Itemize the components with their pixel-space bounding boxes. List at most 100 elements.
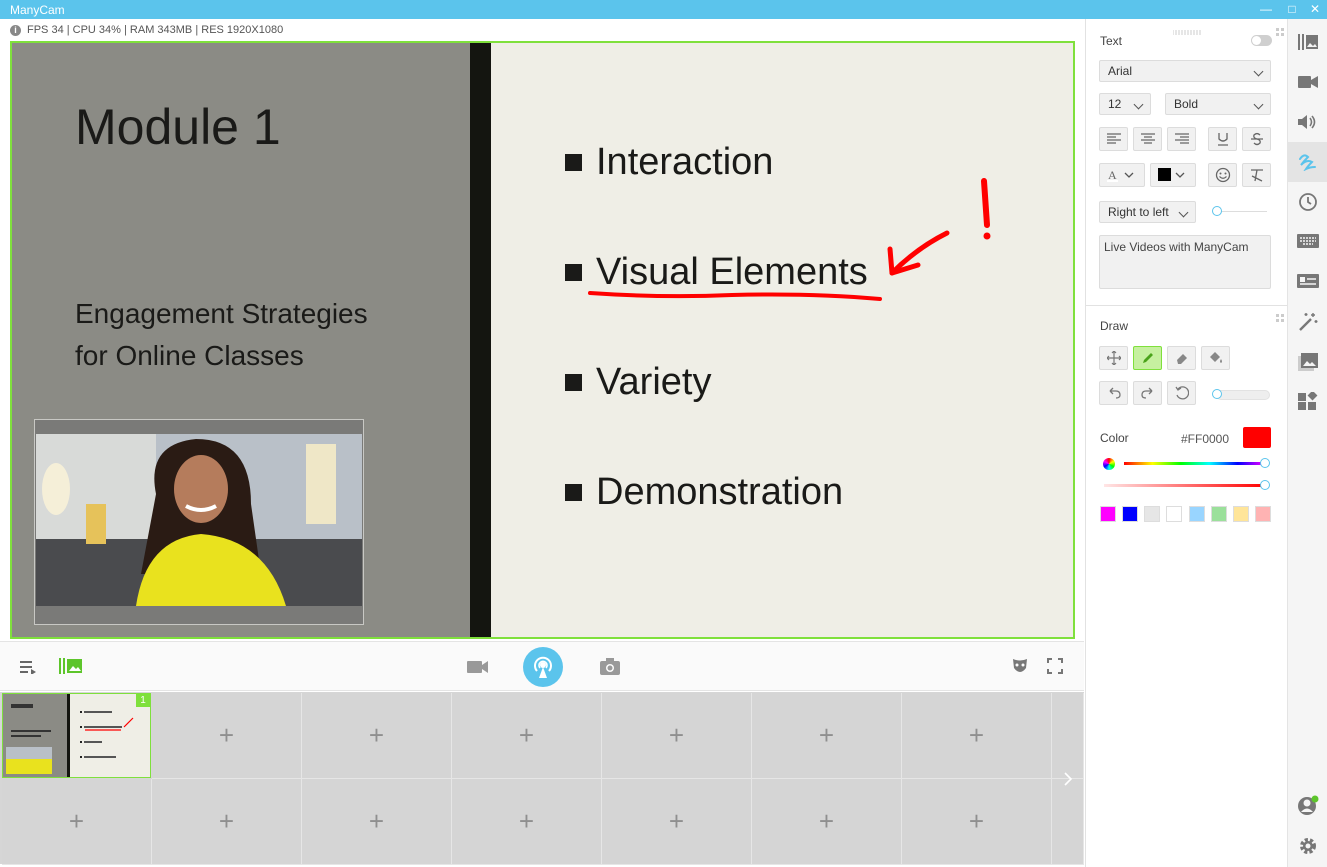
- reset-button[interactable]: [1167, 381, 1196, 405]
- font-family-dropdown[interactable]: Arial: [1099, 60, 1271, 82]
- text-opacity-slider-thumb[interactable]: [1212, 206, 1222, 216]
- slide-subtitle-2: for Online Classes: [75, 340, 304, 371]
- add-scene-cell[interactable]: +: [302, 779, 452, 865]
- effects-icon[interactable]: [1288, 302, 1327, 342]
- text-content-field[interactable]: Live Videos with ManyCam: [1099, 235, 1271, 289]
- text-background-color-button[interactable]: [1150, 163, 1196, 187]
- playlist-icon[interactable]: [20, 660, 36, 679]
- maximize-button[interactable]: □: [1283, 1, 1301, 18]
- right-sidebar: [1287, 19, 1327, 867]
- current-color-swatch[interactable]: [1243, 427, 1271, 448]
- color-swatch-magenta[interactable]: [1100, 506, 1116, 522]
- svg-text:A: A: [1108, 168, 1117, 182]
- align-center-button[interactable]: [1133, 127, 1162, 151]
- color-swatch-lightgray[interactable]: [1144, 506, 1160, 522]
- hue-slider[interactable]: [1124, 462, 1266, 465]
- add-scene-cell[interactable]: +: [752, 779, 902, 865]
- align-right-button[interactable]: [1167, 127, 1196, 151]
- manycam-window: ManyCam — □ ✕ i FPS 34 | CPU 34% | RAM 3…: [0, 0, 1327, 867]
- add-scene-cell[interactable]: +: [152, 779, 302, 865]
- audio-icon[interactable]: [1288, 102, 1327, 142]
- mask-icon[interactable]: [1012, 658, 1028, 680]
- underline-button[interactable]: [1208, 127, 1237, 151]
- pencil-tool-button[interactable]: [1133, 346, 1162, 370]
- text-font-color-button[interactable]: A: [1099, 163, 1145, 187]
- undo-button[interactable]: [1099, 381, 1128, 405]
- draw-icon[interactable]: [1288, 142, 1327, 182]
- images-icon[interactable]: [1288, 342, 1327, 382]
- text-direction-dropdown[interactable]: Right to left: [1099, 201, 1196, 223]
- main-toolbar: [0, 641, 1084, 691]
- strikethrough-button[interactable]: [1242, 127, 1271, 151]
- broadcast-button[interactable]: [523, 647, 563, 687]
- properties-panel: Text Arial 12 Bold A Right to left Live …: [1085, 19, 1287, 867]
- minimize-button[interactable]: —: [1257, 1, 1275, 18]
- settings-icon[interactable]: [1288, 826, 1327, 866]
- info-icon[interactable]: i: [10, 24, 21, 36]
- text-opacity-slider[interactable]: [1217, 211, 1267, 212]
- brush-size-slider[interactable]: [1216, 390, 1270, 400]
- live-preview[interactable]: Module 1 Engagement Strategies for Onlin…: [10, 41, 1075, 639]
- drag-handle-icon[interactable]: [1172, 22, 1203, 40]
- add-scene-cell[interactable]: +: [602, 779, 752, 865]
- add-scene-cell[interactable]: +: [902, 779, 1052, 865]
- clear-format-button[interactable]: [1242, 163, 1271, 187]
- lower-thirds-icon[interactable]: [1288, 262, 1327, 302]
- bullet-item: Variety: [565, 361, 711, 404]
- opacity-slider[interactable]: [1104, 484, 1266, 487]
- color-swatch-lightgreen[interactable]: [1211, 506, 1227, 522]
- webcam-image: [36, 434, 362, 606]
- video-icon[interactable]: [1288, 62, 1327, 102]
- add-scene-cell[interactable]: +: [302, 693, 452, 779]
- stats-bar: i FPS 34 | CPU 34% | RAM 343MB | RES 192…: [10, 22, 283, 38]
- color-hex-value: #FF0000: [1181, 432, 1230, 446]
- move-tool-button[interactable]: [1099, 346, 1128, 370]
- bullet-item: Interaction: [565, 141, 773, 184]
- add-scene-cell[interactable]: +: [602, 693, 752, 779]
- webcam-overlay[interactable]: [34, 419, 364, 625]
- text-section-label: Text: [1100, 34, 1123, 48]
- scroll-right-chevron-icon[interactable]: [1063, 772, 1073, 791]
- scenes-grid: 1 + + + + + + + + + + + + +: [0, 692, 1084, 865]
- account-icon[interactable]: [1288, 786, 1327, 826]
- fullscreen-icon[interactable]: [1047, 658, 1063, 679]
- keyboard-icon[interactable]: [1288, 222, 1327, 262]
- color-swatch-pink[interactable]: [1255, 506, 1271, 522]
- add-scene-cell[interactable]: +: [152, 693, 302, 779]
- bullet-item: Visual Elements: [565, 251, 868, 294]
- emoji-button[interactable]: [1208, 163, 1237, 187]
- add-scene-cell[interactable]: +: [902, 693, 1052, 779]
- widgets-icon[interactable]: [1288, 382, 1327, 422]
- color-wheel-icon[interactable]: [1103, 458, 1115, 470]
- add-scene-cell[interactable]: +: [452, 693, 602, 779]
- opacity-slider-thumb[interactable]: [1260, 480, 1270, 490]
- color-swatch-white[interactable]: [1166, 506, 1182, 522]
- redo-button[interactable]: [1133, 381, 1162, 405]
- add-scene-cell[interactable]: +: [452, 779, 602, 865]
- hue-slider-thumb[interactable]: [1260, 458, 1270, 468]
- add-scene-cell[interactable]: +: [2, 779, 152, 865]
- color-swatch-lightblue[interactable]: [1189, 506, 1205, 522]
- presets-icon[interactable]: [1288, 22, 1327, 62]
- add-scene-cell[interactable]: +: [752, 693, 902, 779]
- color-swatch-lightyellow[interactable]: [1233, 506, 1249, 522]
- scene-cell-active[interactable]: 1: [2, 693, 151, 778]
- close-button[interactable]: ✕: [1306, 1, 1324, 18]
- presets-icon[interactable]: [59, 658, 83, 679]
- snapshot-camera-icon[interactable]: [600, 658, 620, 680]
- detach-icon[interactable]: [1276, 309, 1284, 327]
- detach-icon[interactable]: [1276, 23, 1284, 41]
- eraser-tool-button[interactable]: [1167, 346, 1196, 370]
- bullet-item: Demonstration: [565, 471, 843, 514]
- scene-cell-partial: [1052, 693, 1084, 779]
- title-bar: ManyCam — □ ✕: [0, 0, 1327, 19]
- brush-size-slider-thumb[interactable]: [1212, 389, 1222, 399]
- text-toggle[interactable]: [1251, 35, 1272, 46]
- align-left-button[interactable]: [1099, 127, 1128, 151]
- font-size-dropdown[interactable]: 12: [1099, 93, 1151, 115]
- history-icon[interactable]: [1288, 182, 1327, 222]
- color-swatch-blue[interactable]: [1122, 506, 1138, 522]
- video-camera-icon[interactable]: [467, 660, 489, 679]
- fill-tool-button[interactable]: [1201, 346, 1230, 370]
- font-weight-dropdown[interactable]: Bold: [1165, 93, 1271, 115]
